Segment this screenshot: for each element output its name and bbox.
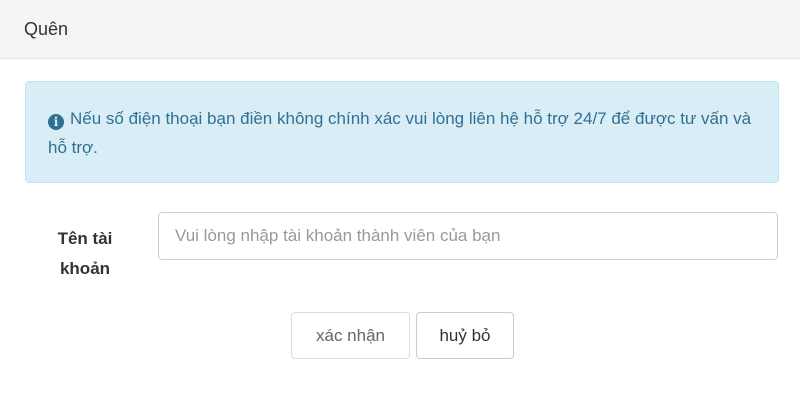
- username-input[interactable]: [158, 212, 778, 260]
- alert-message: Nếu số điện thoại bạn điền không chính x…: [48, 109, 752, 157]
- modal-header: Quên: [0, 0, 800, 59]
- username-label-line1: Tên tài: [57, 229, 113, 248]
- username-label-line2: khoản: [59, 259, 111, 278]
- info-icon: i: [48, 114, 64, 130]
- cancel-button[interactable]: huỷ bỏ: [416, 312, 514, 359]
- username-label: Tên tài khoản: [40, 224, 130, 284]
- info-alert: i Nếu số điện thoại bạn điền không chính …: [25, 81, 779, 183]
- forgot-modal: Quên i Nếu số điện thoại bạn điền không c…: [0, 0, 800, 401]
- confirm-button[interactable]: xác nhận: [291, 312, 410, 359]
- modal-title: Quên: [24, 19, 69, 39]
